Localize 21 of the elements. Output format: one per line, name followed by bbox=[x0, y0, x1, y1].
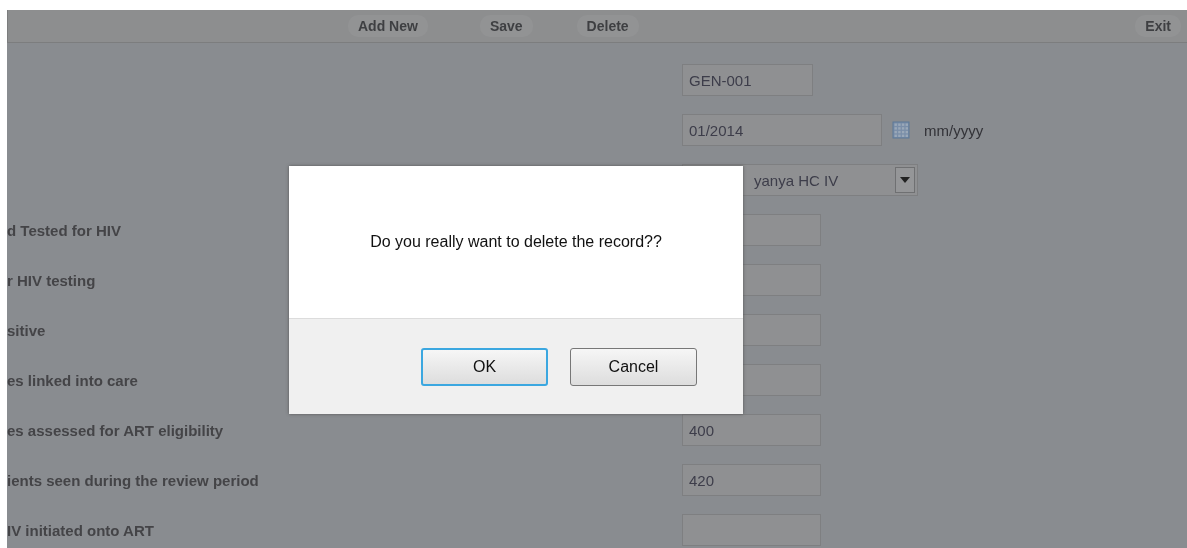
field-label: es linked into care bbox=[7, 371, 139, 389]
number-field[interactable]: 400 bbox=[682, 414, 821, 446]
exit-button[interactable]: Exit bbox=[1135, 15, 1181, 37]
field-label: r HIV testing bbox=[7, 271, 97, 289]
field-label: sitive bbox=[7, 321, 47, 339]
toolbar-button[interactable]: Save bbox=[479, 15, 533, 37]
field-label: es assessed for ART eligibility bbox=[7, 421, 225, 439]
field-label: ients seen during the review period bbox=[7, 471, 260, 489]
toolbar-button[interactable]: Add New bbox=[348, 15, 428, 37]
date-format-hint: mm/yyyy bbox=[924, 121, 984, 139]
date-field[interactable]: 01/2014 bbox=[682, 114, 882, 146]
caret-icon bbox=[895, 167, 915, 193]
id-field[interactable]: GEN-001 bbox=[682, 64, 813, 96]
dialog-message: Do you really want to delete the record?? bbox=[370, 233, 662, 251]
field-label: IV initiated onto ART bbox=[7, 521, 155, 539]
dropdown-value: yanya HC IV bbox=[754, 171, 839, 189]
dialog-button[interactable]: OK bbox=[421, 347, 548, 386]
field-label: d Tested for HIV bbox=[7, 221, 122, 239]
toolbar-button[interactable]: Delete bbox=[576, 15, 639, 37]
number-field[interactable]: 420 bbox=[682, 464, 821, 496]
dialog-button[interactable]: Cancel bbox=[570, 347, 697, 386]
